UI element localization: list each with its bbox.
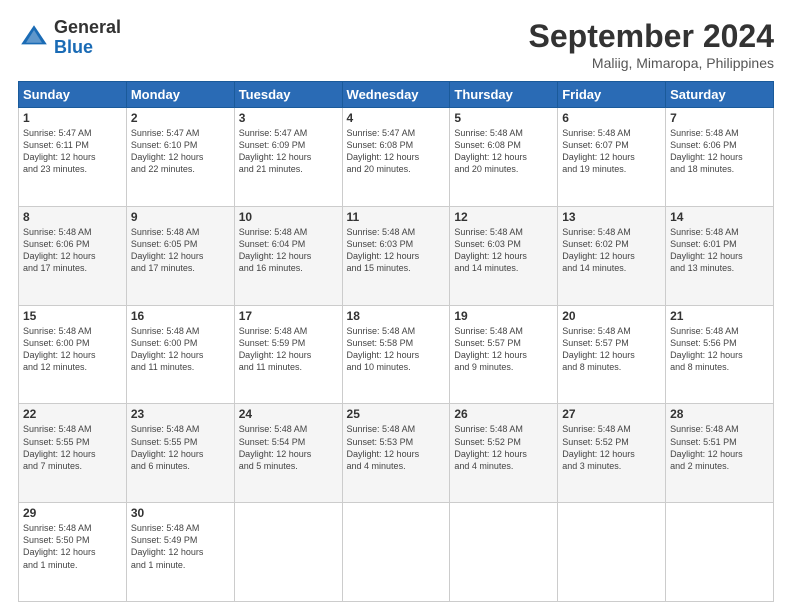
cell-16: 16 Sunrise: 5:48 AMSunset: 6:00 PMDaylig… [126,305,234,404]
cell-30: 30 Sunrise: 5:48 AMSunset: 5:49 PMDaylig… [126,503,234,602]
cell-26: 26 Sunrise: 5:48 AMSunset: 5:52 PMDaylig… [450,404,558,503]
logo-icon [18,22,50,54]
col-sunday: Sunday [19,82,127,108]
cell-20: 20 Sunrise: 5:48 AMSunset: 5:57 PMDaylig… [558,305,666,404]
cell-15: 15 Sunrise: 5:48 AMSunset: 6:00 PMDaylig… [19,305,127,404]
cell-14: 14 Sunrise: 5:48 AMSunset: 6:01 PMDaylig… [666,206,774,305]
cell-27: 27 Sunrise: 5:48 AMSunset: 5:52 PMDaylig… [558,404,666,503]
calendar-header-row: Sunday Monday Tuesday Wednesday Thursday… [19,82,774,108]
location: Maliig, Mimaropa, Philippines [529,55,774,71]
cell-empty-3 [450,503,558,602]
cell-23: 23 Sunrise: 5:48 AMSunset: 5:55 PMDaylig… [126,404,234,503]
header: General Blue September 2024 Maliig, Mima… [18,18,774,71]
cell-12: 12 Sunrise: 5:48 AMSunset: 6:03 PMDaylig… [450,206,558,305]
cell-13: 13 Sunrise: 5:48 AMSunset: 6:02 PMDaylig… [558,206,666,305]
cell-11: 11 Sunrise: 5:48 AMSunset: 6:03 PMDaylig… [342,206,450,305]
col-saturday: Saturday [666,82,774,108]
logo-text: General Blue [54,18,121,58]
cell-3: 3 Sunrise: 5:47 AMSunset: 6:09 PMDayligh… [234,108,342,207]
cell-8: 8 Sunrise: 5:48 AMSunset: 6:06 PMDayligh… [19,206,127,305]
cell-18: 18 Sunrise: 5:48 AMSunset: 5:58 PMDaylig… [342,305,450,404]
logo: General Blue [18,18,121,58]
cell-6: 6 Sunrise: 5:48 AMSunset: 6:07 PMDayligh… [558,108,666,207]
title-block: September 2024 Maliig, Mimaropa, Philipp… [529,18,774,71]
cell-empty-2 [342,503,450,602]
cell-28: 28 Sunrise: 5:48 AMSunset: 5:51 PMDaylig… [666,404,774,503]
cell-7: 7 Sunrise: 5:48 AMSunset: 6:06 PMDayligh… [666,108,774,207]
page: General Blue September 2024 Maliig, Mima… [0,0,792,612]
logo-general-text: General [54,18,121,38]
cell-10: 10 Sunrise: 5:48 AMSunset: 6:04 PMDaylig… [234,206,342,305]
col-monday: Monday [126,82,234,108]
col-thursday: Thursday [450,82,558,108]
cell-25: 25 Sunrise: 5:48 AMSunset: 5:53 PMDaylig… [342,404,450,503]
col-tuesday: Tuesday [234,82,342,108]
cell-2: 2 Sunrise: 5:47 AMSunset: 6:10 PMDayligh… [126,108,234,207]
calendar-row-4: 22 Sunrise: 5:48 AMSunset: 5:55 PMDaylig… [19,404,774,503]
calendar-row-5: 29 Sunrise: 5:48 AMSunset: 5:50 PMDaylig… [19,503,774,602]
calendar-row-1: 1 Sunrise: 5:47 AMSunset: 6:11 PMDayligh… [19,108,774,207]
cell-empty-4 [558,503,666,602]
cell-5: 5 Sunrise: 5:48 AMSunset: 6:08 PMDayligh… [450,108,558,207]
col-friday: Friday [558,82,666,108]
cell-1: 1 Sunrise: 5:47 AMSunset: 6:11 PMDayligh… [19,108,127,207]
cell-9: 9 Sunrise: 5:48 AMSunset: 6:05 PMDayligh… [126,206,234,305]
cell-22: 22 Sunrise: 5:48 AMSunset: 5:55 PMDaylig… [19,404,127,503]
cell-21: 21 Sunrise: 5:48 AMSunset: 5:56 PMDaylig… [666,305,774,404]
calendar-row-2: 8 Sunrise: 5:48 AMSunset: 6:06 PMDayligh… [19,206,774,305]
cell-empty-1 [234,503,342,602]
col-wednesday: Wednesday [342,82,450,108]
cell-19: 19 Sunrise: 5:48 AMSunset: 5:57 PMDaylig… [450,305,558,404]
cell-24: 24 Sunrise: 5:48 AMSunset: 5:54 PMDaylig… [234,404,342,503]
cell-29: 29 Sunrise: 5:48 AMSunset: 5:50 PMDaylig… [19,503,127,602]
month-year: September 2024 [529,18,774,55]
cell-17: 17 Sunrise: 5:48 AMSunset: 5:59 PMDaylig… [234,305,342,404]
calendar-row-3: 15 Sunrise: 5:48 AMSunset: 6:00 PMDaylig… [19,305,774,404]
calendar-table: Sunday Monday Tuesday Wednesday Thursday… [18,81,774,602]
cell-4: 4 Sunrise: 5:47 AMSunset: 6:08 PMDayligh… [342,108,450,207]
logo-blue-text: Blue [54,38,121,58]
cell-empty-5 [666,503,774,602]
